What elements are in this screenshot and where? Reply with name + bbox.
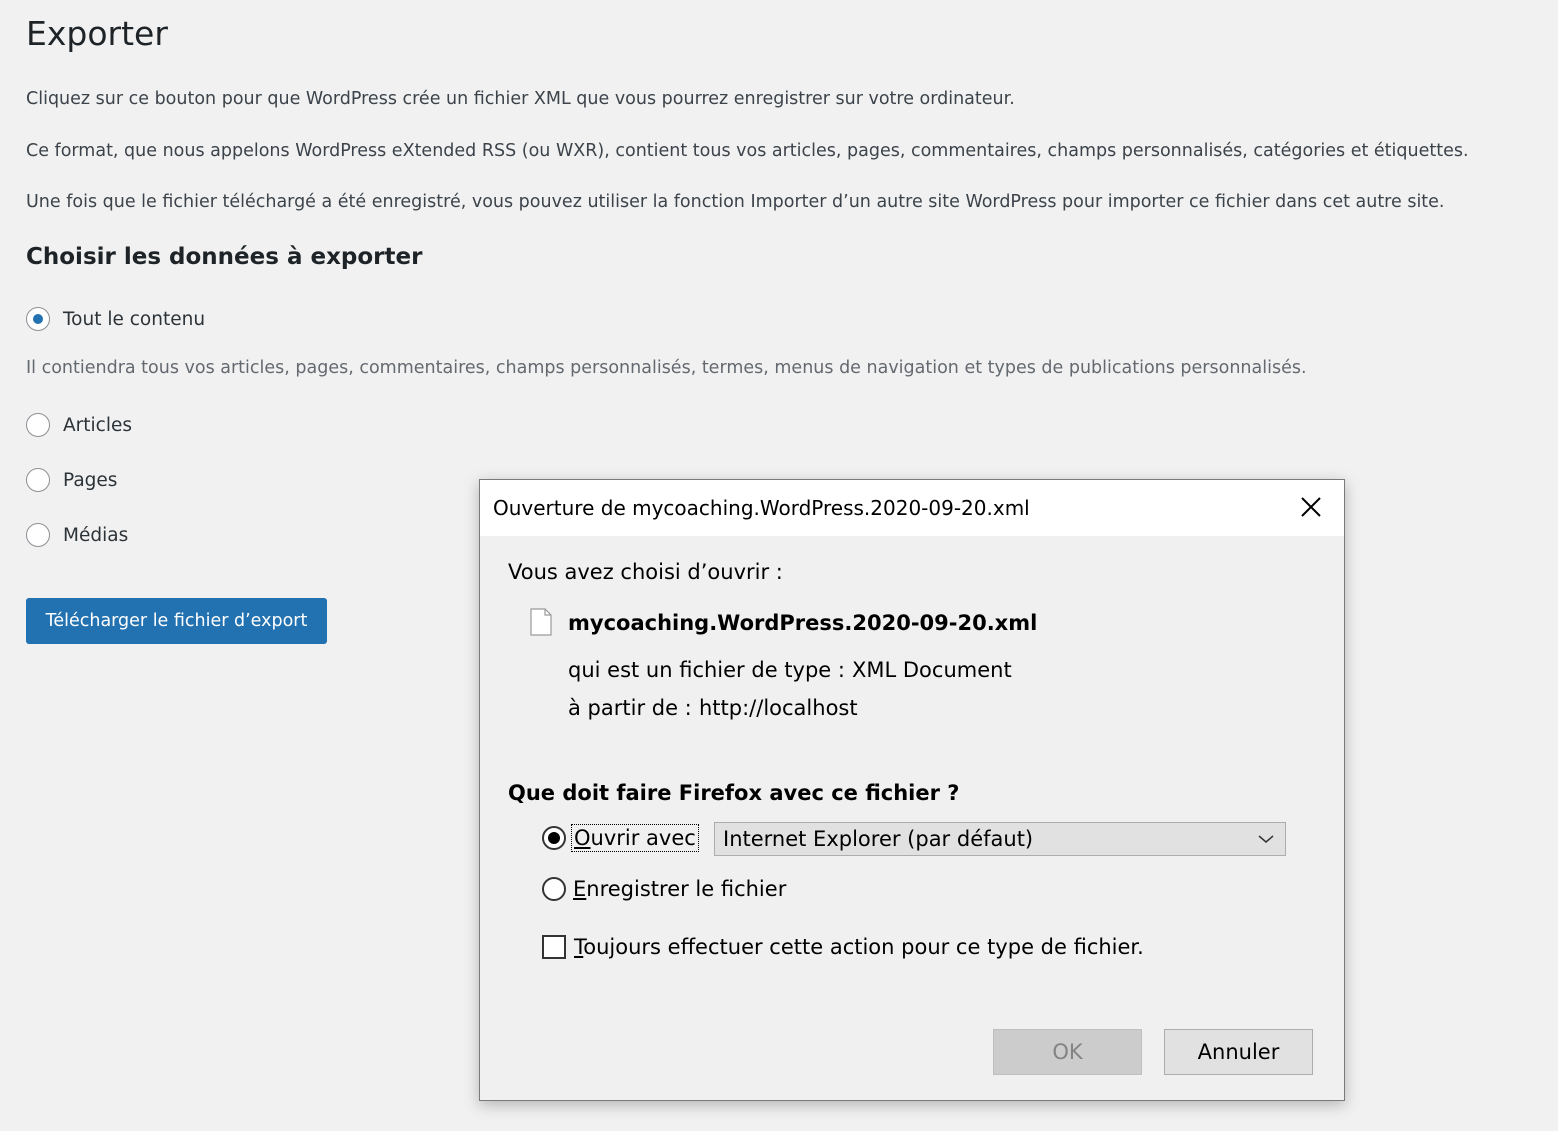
radio-pages-label: Pages: [63, 469, 118, 491]
intro-paragraph-2: Ce format, que nous appelons WordPress e…: [26, 141, 1469, 161]
radio-open-with[interactable]: Ouvrir avec: [542, 824, 699, 852]
open-with-app-select[interactable]: Internet Explorer (par défaut): [714, 822, 1286, 856]
radio-all-content-label: Tout le contenu: [63, 308, 206, 330]
chosen-label: Vous avez choisi d’ouvrir :: [508, 560, 783, 584]
radio-articles[interactable]: Articles: [26, 413, 132, 437]
chevron-down-icon: [1258, 835, 1274, 843]
always-do-label: Toujours effectuer cette action pour ce …: [574, 935, 1144, 959]
radio-open-with-label: Ouvrir avec: [571, 824, 699, 852]
radio-medias-label: Médias: [63, 524, 129, 546]
action-question: Que doit faire Firefox avec ce fichier ?: [508, 781, 960, 805]
always-do-checkbox[interactable]: [542, 935, 566, 959]
open-with-app-value: Internet Explorer (par défaut): [723, 827, 1034, 851]
file-name: mycoaching.WordPress.2020-09-20.xml: [568, 611, 1038, 635]
document-icon: [530, 608, 552, 636]
ok-button: OK: [993, 1029, 1142, 1075]
file-type-value: XML Document: [852, 658, 1012, 682]
open-file-dialog: Ouverture de mycoaching.WordPress.2020-0…: [479, 479, 1345, 1101]
radio-articles-label: Articles: [63, 414, 132, 436]
file-type-label: qui est un fichier de type :: [568, 658, 845, 682]
dialog-titlebar: Ouverture de mycoaching.WordPress.2020-0…: [480, 480, 1344, 536]
all-content-description: Il contiendra tous vos articles, pages, …: [26, 358, 1307, 378]
radio-pages-control[interactable]: [26, 468, 50, 492]
radio-save-file[interactable]: Enregistrer le fichier: [542, 877, 786, 901]
source-value: http://localhost: [699, 696, 858, 720]
radio-articles-control[interactable]: [26, 413, 50, 437]
intro-paragraph-1: Cliquez sur ce bouton pour que WordPress…: [26, 89, 1015, 109]
page-title: Exporter: [26, 14, 168, 53]
download-export-button[interactable]: Télécharger le fichier d’export: [26, 598, 327, 644]
radio-medias-control[interactable]: [26, 523, 50, 547]
always-do-checkbox-row[interactable]: Toujours effectuer cette action pour ce …: [542, 935, 1144, 959]
radio-save-file-control[interactable]: [542, 877, 566, 901]
radio-save-file-label: Enregistrer le fichier: [573, 877, 787, 901]
radio-open-with-control[interactable]: [542, 826, 566, 850]
dialog-title: Ouverture de mycoaching.WordPress.2020-0…: [493, 496, 1030, 520]
cancel-button[interactable]: Annuler: [1164, 1029, 1313, 1075]
close-icon[interactable]: [1298, 494, 1324, 520]
radio-medias[interactable]: Médias: [26, 523, 128, 547]
radio-all-content[interactable]: Tout le contenu: [26, 307, 205, 331]
section-title: Choisir les données à exporter: [26, 244, 423, 270]
radio-pages[interactable]: Pages: [26, 468, 117, 492]
source-label: à partir de :: [568, 696, 692, 720]
radio-all-content-control[interactable]: [26, 307, 50, 331]
intro-paragraph-3: Une fois que le fichier téléchargé a été…: [26, 192, 1445, 212]
